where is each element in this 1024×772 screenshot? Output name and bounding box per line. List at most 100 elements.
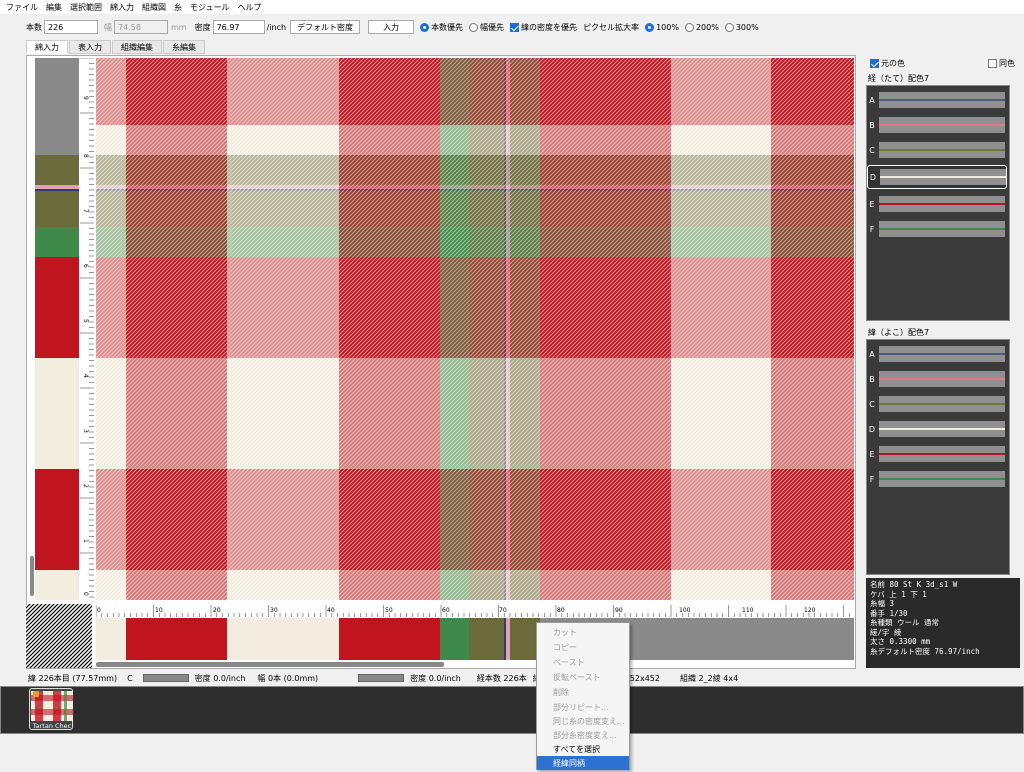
info-line: 糸幅 3 — [870, 599, 895, 608]
warp-color-strip[interactable] — [96, 618, 854, 660]
menu-help[interactable]: ヘルプ — [237, 2, 261, 13]
weft-color-strip[interactable] — [35, 58, 79, 600]
zoom-200-radio[interactable]: 200% — [684, 22, 719, 32]
ruler-h-label: 80 — [557, 607, 565, 614]
ctx-same-yarn-density[interactable]: 同じ糸の密度変え... — [537, 714, 629, 728]
tab-weave-edit[interactable]: 組織編集 — [112, 40, 162, 54]
density-label: 密度 — [194, 22, 211, 32]
warp-yarn-f[interactable]: F — [867, 219, 1007, 239]
weft-yarn-d[interactable]: D — [867, 419, 1007, 439]
density-input[interactable]: 76.97 — [212, 20, 265, 34]
width-label: 幅 — [104, 22, 112, 32]
tartan-canvas[interactable] — [96, 58, 854, 600]
menu-edit[interactable]: 編集 — [46, 2, 62, 13]
ctx-paste[interactable]: ペースト — [537, 655, 629, 670]
weave-preview[interactable] — [26, 604, 92, 668]
ruler-h-label: 50 — [385, 607, 393, 614]
ruler-v-labels: 9 8 7 6 5 4 3 2 1 0 — [82, 96, 89, 596]
ctx-reverse-paste[interactable]: 反転ペースト — [537, 670, 629, 685]
tab-input[interactable]: 綿入力 — [26, 40, 68, 54]
menu-weave[interactable]: 組織図 — [142, 2, 166, 13]
minimize-icon[interactable] — [8, 728, 16, 729]
info-line: ケバ 上 1 下 1 — [870, 589, 927, 599]
yarn-info-panel: 名前 80 St K 3d_s1 W ケバ 上 1 下 1 糸幅 3 番手 1/… — [866, 578, 1020, 668]
count-input[interactable]: 226 — [44, 20, 98, 34]
radio-on-icon — [420, 22, 430, 32]
ctx-select-all[interactable]: すべてを選択 — [537, 742, 629, 756]
weft-yarn-c[interactable]: C — [867, 394, 1007, 414]
ruler-v-label: 4 — [82, 374, 89, 378]
zoom-300-radio[interactable]: 300% — [724, 22, 759, 32]
radio-off-icon — [469, 22, 479, 32]
checkbox-checked-icon — [510, 22, 520, 32]
info-line: 縒/宇 綾 — [870, 627, 902, 637]
toolbar: 本数 226 幅 74.58 mm 密度 76.97 /inch デフォルト密度… — [0, 18, 1024, 36]
warp-yarn-b[interactable]: B — [867, 115, 1007, 135]
ruler-v-label: 5 — [82, 319, 89, 323]
ruler-v-label: 1 — [82, 539, 89, 543]
ruler-h-label: 90 — [615, 607, 623, 614]
weft-yarn-b[interactable]: B — [867, 369, 1007, 389]
menu-selection[interactable]: 選択範囲 — [70, 2, 102, 13]
checkbox-checked-icon — [870, 59, 879, 68]
count-priority-radio[interactable]: 本数優先 — [420, 22, 463, 33]
ruler-v-label: 6 — [82, 264, 89, 268]
ruler-h-label: 60 — [442, 607, 450, 614]
ctx-delete[interactable]: 削除 — [537, 685, 629, 700]
tab-bar: 綿入力 表入力 組織編集 糸編集 — [26, 40, 206, 54]
ruler-h-label: 30 — [270, 607, 278, 614]
weft-yarn-e[interactable]: E — [867, 444, 1007, 464]
ruler-h-label: 70 — [499, 607, 507, 614]
status-swatch — [142, 674, 189, 682]
info-line: 名前 80 St K 3d_s1 W — [870, 580, 958, 589]
menu-input[interactable]: 綿入力 — [110, 2, 134, 13]
warp-yarn-e[interactable]: E — [867, 194, 1007, 214]
ruler-v-label: 7 — [82, 209, 89, 213]
tab-table-input[interactable]: 表入力 — [69, 40, 111, 54]
tab-yarn-edit[interactable]: 糸編集 — [163, 40, 205, 54]
original-color-checkbox[interactable]: 元の色 — [870, 58, 905, 69]
left-scrollbar-thumb[interactable] — [30, 556, 34, 596]
thumbnail-tartan[interactable]: Tartan Chec — [29, 688, 73, 730]
radio-off-icon — [724, 22, 734, 32]
warp-yarn-c[interactable]: C — [867, 140, 1007, 160]
ctx-partial-repeat[interactable]: 部分リピート... — [537, 700, 629, 714]
weft-yarn-f[interactable]: F — [867, 469, 1007, 489]
ruler-v-label: 8 — [82, 154, 89, 158]
pixel-zoom-label: ピクセル拡大率 — [583, 22, 640, 32]
warp-yarn-d[interactable]: D — [867, 165, 1007, 189]
status-density-2: 密度 0.0/inch — [410, 673, 461, 683]
width-unit: mm — [171, 22, 187, 32]
width-input[interactable]: 74.58 — [114, 20, 168, 34]
info-line: 糸種類 ウール 通常 — [870, 618, 940, 627]
horizontal-scrollbar-thumb[interactable] — [96, 662, 444, 667]
vertical-ruler: 9 8 7 6 5 4 3 2 1 0 — [80, 58, 94, 600]
warp-color-panel: A B C D E F — [866, 85, 1010, 321]
menu-module[interactable]: モジュール — [190, 2, 229, 13]
weft-yarn-a[interactable]: A — [867, 344, 1007, 364]
menu-yarn[interactable]: 糸 — [174, 2, 182, 13]
width-priority-radio[interactable]: 幅優先 — [469, 22, 504, 33]
status-bar: 緯 226本目 (77.57mm) C 密度 0.0/inch 幅 0本 (0.… — [0, 672, 1024, 684]
input-button[interactable]: 入力 — [368, 20, 415, 34]
ctx-copy[interactable]: コピー — [537, 640, 629, 655]
status-density-1: 密度 0.0/inch — [194, 673, 246, 683]
ctx-warp-weft-same[interactable]: 経緯同柄 — [537, 756, 629, 770]
status-width: 幅 0本 (0.0mm) — [257, 673, 319, 683]
status-weave: 組織 2_2綾 4x4 — [679, 673, 739, 683]
weft-colors-title: 緯（よこ）配色7 — [868, 328, 930, 337]
same-color-checkbox[interactable]: 同色 — [988, 58, 1015, 69]
weft-color-panel: A B C D E F — [866, 339, 1010, 575]
menu-file[interactable]: ファイル — [6, 2, 38, 13]
ctx-cut[interactable]: カット — [537, 625, 629, 640]
ctx-partial-yarn-density[interactable]: 部分糸密度変え... — [537, 728, 629, 742]
menu-bar: ファイル 編集 選択範囲 綿入力 組織図 糸 モジュール ヘルプ — [0, 0, 1024, 14]
default-density-button[interactable]: デフォルト密度 — [290, 20, 361, 34]
info-line: 太さ 0.3300 mm — [870, 637, 931, 646]
warp-density-checkbox[interactable]: 緯の密度を優先 — [510, 22, 577, 33]
count-label: 本数 — [26, 22, 42, 32]
zoom-100-radio[interactable]: 100% — [645, 22, 679, 32]
warp-yarn-a[interactable]: A — [867, 90, 1007, 110]
ruler-h-label: 110 — [742, 607, 754, 614]
ruler-h-label: 0 — [97, 607, 101, 614]
